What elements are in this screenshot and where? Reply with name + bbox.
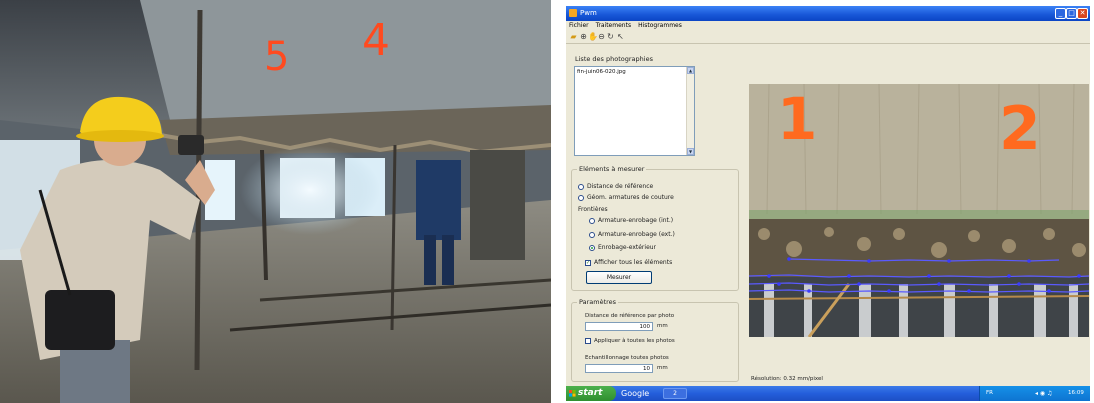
ref-distance-input[interactable]: 100	[585, 322, 653, 331]
ref-distance-label: Distance de référence par photo	[585, 313, 675, 319]
scroll-down-icon[interactable]: ▼	[687, 148, 694, 155]
show-all-label: Afficher tous les éléments	[594, 259, 673, 266]
sampling-input[interactable]: 10	[585, 364, 653, 373]
radio-distance-reference[interactable]	[578, 184, 584, 190]
window-titlebar[interactable]: Pwm _ □ ✕	[566, 6, 1090, 21]
label-armature-enrobage-int: Armature-enrobage (int.)	[598, 217, 674, 224]
measurement-photo-canvas[interactable]: 1 2	[749, 84, 1089, 337]
elements-group-title: Eléments à mesurer	[577, 165, 647, 173]
window-title: Pwm	[580, 9, 597, 17]
radio-armature-enrobage-ext[interactable]	[589, 232, 595, 238]
minimize-button[interactable]: _	[1055, 8, 1066, 19]
rotate-icon[interactable]: ↻	[606, 32, 615, 41]
label-enrobage-exterieur: Enrobage-extérieur	[598, 244, 657, 251]
language-indicator[interactable]: FR	[986, 386, 993, 401]
photo-marking-1: 1	[777, 85, 817, 153]
zoom-out-icon[interactable]: ⊖	[597, 32, 606, 41]
photo-list-scrollbar[interactable]: ▲ ▼	[686, 67, 694, 155]
app-window: Pwm _ □ ✕ Fichier Traitements Histogrammes…	[566, 6, 1090, 401]
clock: 16:09	[1068, 390, 1084, 396]
measurement-photo[interactable]: 1 2	[749, 84, 1089, 337]
photo-list-title: Liste des photographies	[575, 55, 653, 63]
measure-button[interactable]: Mesurer	[586, 271, 652, 284]
pointer-icon[interactable]: ↖	[616, 32, 625, 41]
app-icon	[569, 9, 577, 17]
taskbar-task-button[interactable]: 2	[663, 388, 687, 399]
main-panel: Liste des photographies fin-juin06-020.j…	[566, 44, 1090, 386]
menu-traitements[interactable]: Traitements	[596, 22, 631, 29]
zoom-in-icon[interactable]: ⊕	[579, 32, 588, 41]
system-tray: FR ◂ ◉ ♫ 16:09	[979, 386, 1090, 401]
start-label: start	[578, 388, 603, 398]
frontieres-label: Frontières	[578, 206, 608, 213]
apply-all-label: Appliquer à toutes les photos	[594, 338, 675, 344]
apply-all-checkbox[interactable]	[585, 338, 591, 344]
photo-list-item[interactable]: fin-juin06-020.jpg	[577, 69, 626, 75]
toolbar: ▰ ⊕ ✋ ⊖ ↻ ↖	[566, 30, 1090, 44]
radio-geom-armatures[interactable]	[578, 195, 584, 201]
windows-flag-icon	[569, 390, 576, 397]
site-photo-illustration: 5 4	[0, 0, 551, 403]
photo-list[interactable]: fin-juin06-020.jpg ▲ ▼	[574, 66, 695, 156]
menu-histogrammes[interactable]: Histogrammes	[638, 22, 682, 29]
label-geom-armatures: Géom. armatures de couture	[587, 194, 674, 201]
menu-bar: Fichier Traitements Histogrammes	[566, 21, 1090, 30]
start-button[interactable]: start	[566, 386, 616, 401]
tray-icons[interactable]: ◂ ◉ ♫	[1035, 386, 1052, 401]
menu-fichier[interactable]: Fichier	[569, 22, 589, 29]
sampling-unit: mm	[657, 365, 668, 371]
scroll-up-icon[interactable]: ▲	[687, 67, 694, 74]
label-armature-enrobage-ext: Armature-enrobage (ext.)	[598, 231, 675, 238]
parameters-group-title: Paramètres	[577, 298, 619, 306]
close-button[interactable]: ✕	[1077, 8, 1088, 19]
show-all-checkbox[interactable]: ✓	[585, 260, 591, 266]
google-toolbar[interactable]: Google	[621, 386, 649, 401]
label-distance-reference: Distance de référence	[587, 183, 654, 190]
taskbar: start Google 2 FR ◂ ◉ ♫ 16:09	[566, 386, 1090, 401]
ref-distance-unit: mm	[657, 323, 668, 329]
elements-group: Eléments à mesurer Distance de référence…	[571, 165, 739, 291]
parameters-group: Paramètres Distance de référence par pho…	[571, 298, 739, 382]
slab-marking-5: 5	[264, 34, 289, 80]
site-photo: 5 4	[0, 0, 551, 403]
folder-icon[interactable]: ▰	[569, 32, 578, 41]
photo-marking-2: 2	[999, 94, 1041, 164]
sampling-label: Echantillonnage toutes photos	[585, 355, 669, 361]
maximize-button[interactable]: □	[1066, 8, 1077, 19]
pan-icon[interactable]: ✋	[588, 32, 598, 41]
radio-enrobage-exterieur[interactable]	[589, 245, 595, 251]
slab-marking-4: 4	[362, 15, 390, 66]
radio-armature-enrobage-int[interactable]	[589, 218, 595, 224]
resolution-text: Résolution: 0.32 mm/pixel	[751, 376, 823, 382]
